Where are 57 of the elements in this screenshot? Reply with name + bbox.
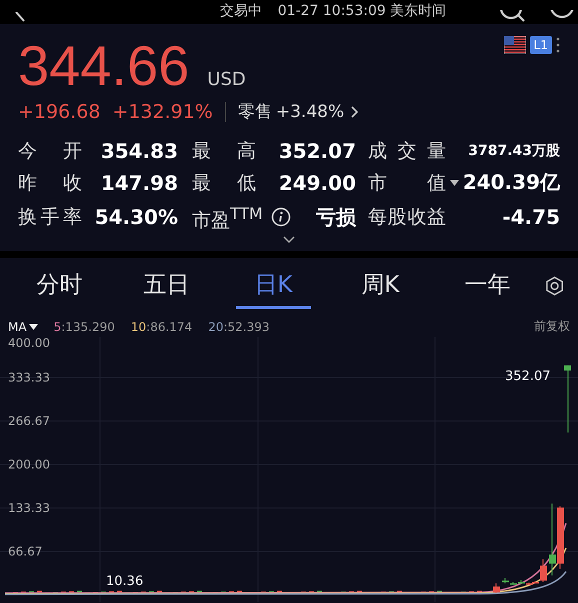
settings-icon[interactable] — [544, 275, 564, 298]
chart-tab[interactable]: 一年 — [450, 263, 525, 310]
axis-label: 266.67 — [8, 414, 50, 428]
info-icon[interactable] — [270, 207, 291, 228]
low-price-label: 10.36 — [106, 574, 144, 590]
trading-status: 交易中 — [220, 2, 262, 20]
retail-label: 零售 — [238, 101, 272, 123]
indicator-dropdown[interactable]: MA — [8, 320, 38, 334]
price-change: +196.68 — [18, 100, 100, 122]
ma-value: 20:52.393 — [208, 320, 270, 334]
retail-change: +3.48% — [276, 102, 344, 122]
stat-value: 240.39亿 — [462, 169, 560, 196]
caret-icon — [28, 324, 38, 330]
stat-value: 249.00 — [278, 170, 356, 194]
ma-value: 10:86.174 — [130, 320, 192, 334]
chart-tab[interactable]: 分时 — [22, 263, 97, 310]
stat-label: 市值 — [368, 170, 446, 194]
search-icon[interactable] — [500, 10, 526, 22]
stat-value: 54.30% — [94, 205, 178, 230]
level-badge[interactable]: L1 — [530, 36, 552, 54]
stat-value: 亏损 — [316, 204, 356, 231]
stat-value: 147.98 — [100, 170, 178, 194]
ma-value: 5:135.290 — [54, 320, 115, 334]
percent-change: +132.91% — [112, 100, 213, 122]
stat-label: 成交量 — [368, 139, 446, 163]
candle — [493, 583, 500, 594]
chart-tab[interactable]: 五日 — [128, 263, 204, 310]
market-time: 01-27 10:53:09 美东时间 — [278, 2, 446, 20]
currency-label: USD — [207, 69, 246, 90]
chart-tab[interactable]: 日K — [236, 263, 311, 310]
axis-label: 333.33 — [8, 370, 50, 385]
chart-tab[interactable]: 周K — [342, 263, 418, 310]
stat-value: 352.07 — [278, 139, 356, 163]
stat-label: 最低 — [192, 170, 256, 194]
expand-icon[interactable] — [282, 236, 294, 244]
stat-label: 每股收益 — [368, 205, 446, 230]
stat-label: 今开 — [18, 139, 82, 163]
stat-value: 3787.43万股 — [468, 142, 560, 160]
axis-label: 133.33 — [8, 501, 50, 516]
more-icon[interactable] — [556, 37, 560, 53]
high-price-label: 352.07 — [505, 369, 550, 384]
axis-label: 200.00 — [8, 458, 50, 472]
dropdown-icon[interactable] — [450, 180, 459, 186]
stock-price: 344.66 — [18, 38, 190, 94]
stat-label: 最高 — [192, 139, 256, 163]
back-icon[interactable] — [14, 12, 26, 22]
stat-label: 市盈$^{TTM}$ — [192, 203, 263, 232]
stat-value: 354.83 — [100, 139, 178, 163]
stat-label: 换手率 — [18, 205, 82, 230]
flag-icon — [504, 36, 526, 54]
candle — [564, 365, 571, 434]
stat-value: -4.75 — [502, 205, 560, 230]
chevron-right-icon[interactable] — [350, 106, 358, 118]
stat-label: 昨收 — [18, 170, 82, 194]
axis-label: 66.67 — [8, 544, 42, 559]
axis-label: 400.00 — [8, 337, 50, 350]
adjustment-label[interactable]: 前复权 — [534, 318, 570, 336]
